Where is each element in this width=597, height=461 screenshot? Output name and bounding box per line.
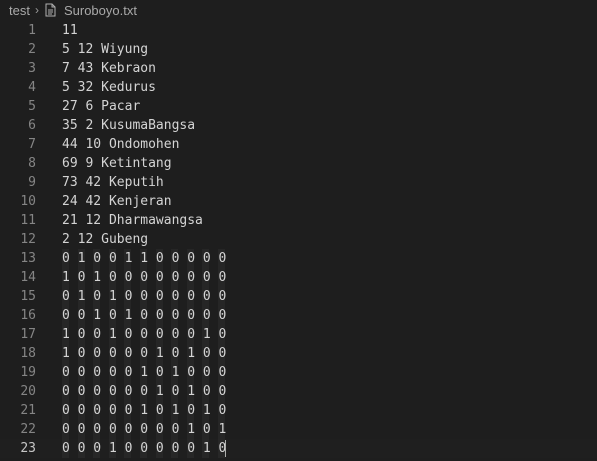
editor-line[interactable]: 4 5 32 Kedurus — [0, 78, 597, 97]
editor-line[interactable]: 10 24 42 Kenjeran — [0, 192, 597, 211]
line-text: 21 12 Dharmawangsa — [62, 213, 203, 228]
text-cursor — [225, 440, 226, 457]
line-text: 0 0 1 0 1 0 0 0 0 0 0 — [62, 308, 227, 323]
editor-line[interactable]: 13 0 1 0 0 1 1 0 0 0 0 0 — [0, 249, 597, 268]
editor-line[interactable]: 20 0 0 0 0 0 0 1 0 1 0 0 — [0, 382, 597, 401]
editor-line[interactable]: 7 44 10 Ondomohen — [0, 135, 597, 154]
chevron-right-icon: › — [34, 3, 39, 17]
editor-line[interactable]: 21 0 0 0 0 0 1 0 1 0 1 0 — [0, 401, 597, 420]
line-text: 27 6 Pacar — [62, 99, 141, 114]
line-number: 22 — [20, 422, 36, 437]
line-text: 5 12 Wiyung — [62, 42, 149, 57]
text-file-icon — [45, 3, 56, 17]
line-number: 16 — [20, 308, 36, 323]
editor-line[interactable]: 1 11 — [0, 21, 597, 40]
editor-line[interactable]: 8 69 9 Ketintang — [0, 154, 597, 173]
line-text: 0 0 0 1 0 0 0 0 0 1 0 — [62, 441, 227, 456]
editor-line[interactable]: 16 0 0 1 0 1 0 0 0 0 0 0 — [0, 306, 597, 325]
line-number: 13 — [20, 251, 36, 266]
line-number: 15 — [20, 289, 36, 304]
breadcrumb-folder[interactable]: test — [9, 3, 30, 18]
line-number: 8 — [28, 156, 36, 171]
line-number: 9 — [28, 175, 36, 190]
line-text: 69 9 Ketintang — [62, 156, 172, 171]
breadcrumb-file[interactable]: Suroboyo.txt — [64, 3, 137, 18]
line-number: 7 — [28, 137, 36, 152]
line-number: 5 — [28, 99, 36, 114]
editor-line[interactable]: 9 73 42 Keputih — [0, 173, 597, 192]
line-text: 73 42 Keputih — [62, 175, 164, 190]
line-text: 0 1 0 1 0 0 0 0 0 0 0 — [62, 289, 227, 304]
editor-line[interactable]: 2 5 12 Wiyung — [0, 40, 597, 59]
line-number: 21 — [20, 403, 36, 418]
editor-line[interactable]: 11 21 12 Dharmawangsa — [0, 211, 597, 230]
line-number: 6 — [28, 118, 36, 133]
editor-line[interactable]: 19 0 0 0 0 0 1 0 1 0 0 0 — [0, 363, 597, 382]
line-text: 11 — [62, 23, 78, 38]
line-text: 44 10 Ondomohen — [62, 137, 180, 152]
breadcrumb: test › Suroboyo.txt — [0, 0, 597, 20]
line-text: 35 2 KusumaBangsa — [62, 118, 196, 133]
editor-line[interactable]: 22 0 0 0 0 0 0 0 0 1 0 1 — [0, 420, 597, 439]
editor-line[interactable]: 5 27 6 Pacar — [0, 97, 597, 116]
line-number: 18 — [20, 346, 36, 361]
line-number: 23 — [20, 441, 36, 456]
line-number: 14 — [20, 270, 36, 285]
line-text: 0 0 0 0 0 0 1 0 1 0 0 — [62, 384, 227, 399]
editor-line[interactable]: 23 0 0 0 1 0 0 0 0 0 1 0 — [0, 439, 597, 458]
line-number: 20 — [20, 384, 36, 399]
line-text: 1 0 1 0 0 0 0 0 0 0 0 — [62, 270, 227, 285]
editor-line[interactable]: 6 35 2 KusumaBangsa — [0, 116, 597, 135]
line-number: 11 — [20, 213, 36, 228]
editor-line[interactable]: 18 1 0 0 0 0 0 1 0 1 0 0 — [0, 344, 597, 363]
editor-line[interactable]: 3 7 43 Kebraon — [0, 59, 597, 78]
line-number: 1 — [28, 23, 36, 38]
line-number: 3 — [28, 61, 36, 76]
editor-line[interactable]: 17 1 0 0 1 0 0 0 0 0 1 0 — [0, 325, 597, 344]
editor-line[interactable]: 15 0 1 0 1 0 0 0 0 0 0 0 — [0, 287, 597, 306]
editor-line[interactable]: 14 1 0 1 0 0 0 0 0 0 0 0 — [0, 268, 597, 287]
line-text: 2 12 Gubeng — [62, 232, 149, 247]
line-number: 17 — [20, 327, 36, 342]
line-text: 5 32 Kedurus — [62, 80, 156, 95]
line-text: 0 0 0 0 0 1 0 1 0 1 0 — [62, 403, 227, 418]
editor[interactable]: 1 11 2 5 12 Wiyung 3 7 43 Kebraon 4 5 32 Keduru… — [0, 21, 597, 458]
line-number: 12 — [20, 232, 36, 247]
line-number: 10 — [20, 194, 36, 209]
editor-line[interactable]: 12 2 12 Gubeng — [0, 230, 597, 249]
line-number: 4 — [28, 80, 36, 95]
line-text: 1 0 0 1 0 0 0 0 0 1 0 — [62, 327, 227, 342]
line-text: 0 1 0 0 1 1 0 0 0 0 0 — [62, 251, 227, 266]
line-number: 2 — [28, 42, 36, 57]
line-text: 0 0 0 0 0 1 0 1 0 0 0 — [62, 365, 227, 380]
line-text: 7 43 Kebraon — [62, 61, 156, 76]
line-text: 24 42 Kenjeran — [62, 194, 172, 209]
line-number: 19 — [20, 365, 36, 380]
line-text: 1 0 0 0 0 0 1 0 1 0 0 — [62, 346, 227, 361]
line-text: 0 0 0 0 0 0 0 0 1 0 1 — [62, 422, 227, 437]
